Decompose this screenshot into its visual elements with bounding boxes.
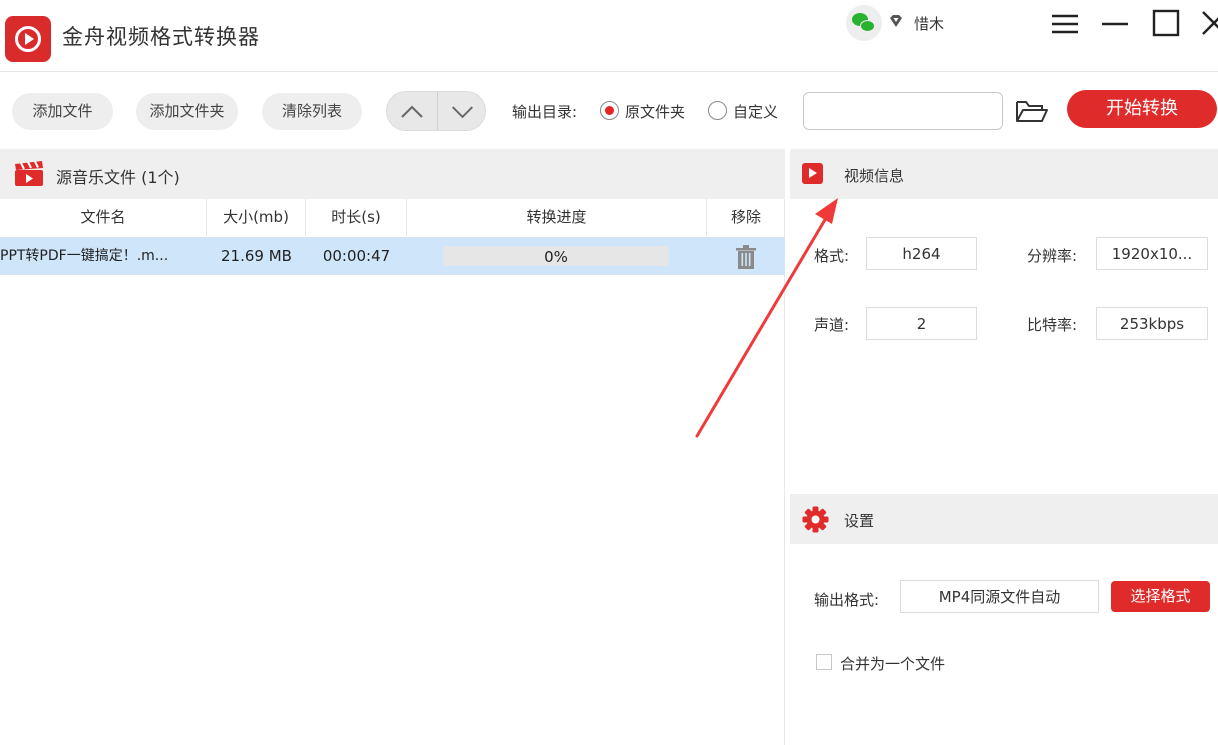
maximize-icon[interactable] — [1148, 6, 1184, 40]
minimize-icon[interactable] — [1098, 6, 1134, 40]
wechat-icon[interactable] — [846, 5, 882, 41]
choose-format-button[interactable]: 选择格式 — [1111, 581, 1210, 612]
settings-title: 设置 — [844, 512, 875, 530]
merge-label[interactable]: 合并为一个文件 — [840, 653, 945, 674]
add-file-button[interactable]: 添加文件 — [12, 93, 113, 130]
user-name[interactable]: 惜木 — [914, 13, 944, 34]
output-path-input[interactable] — [803, 92, 1003, 130]
settings-header: 设置 — [790, 494, 1218, 544]
close-icon[interactable] — [1195, 6, 1218, 40]
trash-icon[interactable] — [735, 245, 757, 269]
channels-value: 2 — [866, 307, 977, 340]
clapperboard-icon — [15, 161, 43, 186]
table-row[interactable]: PPT转PDF一键搞定！.m... 21.69 MB 00:00:47 0% — [0, 237, 785, 275]
file-size-cell: 21.69 MB — [221, 247, 292, 265]
folder-open-icon[interactable] — [1014, 98, 1050, 124]
resolution-value: 1920x10... — [1096, 237, 1208, 270]
video-info-title: 视频信息 — [844, 167, 905, 185]
radio-original-folder[interactable] — [600, 101, 619, 120]
column-header-size: 大小(mb) — [207, 199, 306, 236]
resolution-label: 分辨率: — [1027, 247, 1078, 265]
radio-custom-folder[interactable] — [708, 101, 727, 120]
toolbar: 添加文件 添加文件夹 清除列表 输出目录: 原文件夹 自定义 开始转换 — [0, 72, 1218, 149]
diamond-icon — [890, 15, 902, 27]
add-folder-button[interactable]: 添加文件夹 — [136, 93, 238, 130]
bitrate-label: 比特率: — [1027, 316, 1078, 334]
file-name-cell: PPT转PDF一键搞定！.m... — [0, 248, 169, 264]
column-header-duration: 时长(s) — [306, 199, 407, 236]
app-title: 金舟视频格式转换器 — [62, 25, 260, 49]
chevron-down-icon[interactable] — [437, 92, 486, 131]
output-format-field[interactable]: MP4同源文件自动 — [900, 580, 1099, 613]
file-duration-cell: 00:00:47 — [322, 247, 391, 265]
format-label: 格式: — [814, 247, 850, 265]
progress-text: 0% — [544, 248, 568, 266]
output-dir-label: 输出目录: — [512, 103, 578, 121]
menu-icon[interactable] — [1048, 6, 1084, 40]
file-list-panel: 源音乐文件 (1个) 文件名 大小(mb) 时长(s) 转换进度 移除 PPT转… — [0, 149, 785, 745]
radio-original-label[interactable]: 原文件夹 — [625, 101, 685, 122]
title-bar: 金舟视频格式转换器 惜木 — [0, 0, 1218, 72]
reorder-buttons — [386, 91, 486, 131]
file-list-header: 源音乐文件 (1个) — [0, 149, 785, 199]
play-icon — [802, 163, 823, 184]
file-list-title: 源音乐文件 (1个) — [56, 168, 180, 187]
merge-checkbox[interactable] — [816, 654, 832, 670]
right-panel: 视频信息 格式: h264 分辨率: 1920x10... 声道: 2 比特率:… — [790, 149, 1218, 745]
bitrate-value: 253kbps — [1096, 307, 1208, 340]
output-format-label: 输出格式: — [814, 591, 880, 609]
column-header-progress: 转换进度 — [407, 199, 707, 236]
clear-list-button[interactable]: 清除列表 — [262, 93, 362, 130]
channels-label: 声道: — [814, 316, 850, 334]
start-convert-button[interactable]: 开始转换 — [1067, 90, 1217, 128]
column-header-remove: 移除 — [730, 208, 761, 226]
app-logo-icon — [5, 16, 51, 62]
gear-icon — [802, 506, 829, 533]
chevron-up-icon[interactable] — [387, 92, 437, 131]
format-value: h264 — [866, 237, 977, 270]
video-info-header: 视频信息 — [790, 149, 1218, 199]
column-header-name: 文件名 — [0, 199, 207, 236]
radio-custom-label[interactable]: 自定义 — [733, 101, 778, 122]
